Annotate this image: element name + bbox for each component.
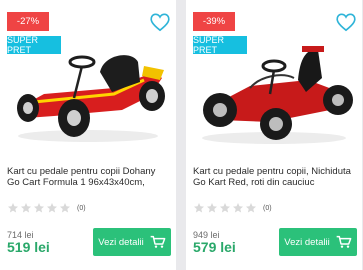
- cart-icon: [150, 235, 166, 248]
- star-icon: [246, 203, 256, 213]
- view-details-label: Vezi detalii: [284, 236, 330, 248]
- discount-badge: -39%: [193, 12, 235, 31]
- product-title[interactable]: Kart cu pedale pentru copii Dohany Go Ca…: [7, 166, 167, 188]
- discount-badge: -27%: [7, 12, 49, 31]
- star-icon: [220, 203, 230, 213]
- star-icon: [194, 203, 204, 213]
- product-image[interactable]: [190, 36, 358, 146]
- price: 519 lei: [7, 239, 50, 255]
- rating: (0): [193, 202, 272, 214]
- heart-icon[interactable]: [335, 12, 357, 32]
- review-count: (0): [77, 204, 86, 212]
- view-details-button[interactable]: Vezi detalii: [279, 228, 357, 256]
- product-image[interactable]: [4, 36, 172, 146]
- rating-stars: [193, 202, 257, 214]
- view-details-label: Vezi detalii: [98, 236, 144, 248]
- star-icon: [21, 203, 31, 213]
- rating: (0): [7, 202, 86, 214]
- star-icon: [207, 203, 217, 213]
- star-icon: [8, 203, 18, 213]
- product-card[interactable]: -27% SUPER PRET Kart cu pedale pentru co…: [0, 0, 176, 270]
- star-icon: [233, 203, 243, 213]
- star-icon: [34, 203, 44, 213]
- view-details-button[interactable]: Vezi detalii: [93, 228, 171, 256]
- product-card[interactable]: -39% SUPER PRET Kart cu pedale pentru co…: [186, 0, 362, 270]
- price: 579 lei: [193, 239, 236, 255]
- star-icon: [60, 203, 70, 213]
- star-icon: [47, 203, 57, 213]
- product-title[interactable]: Kart cu pedale pentru copii, Nichiduta G…: [193, 166, 353, 188]
- heart-icon[interactable]: [149, 12, 171, 32]
- review-count: (0): [263, 204, 272, 212]
- rating-stars: [7, 202, 71, 214]
- cart-icon: [336, 235, 352, 248]
